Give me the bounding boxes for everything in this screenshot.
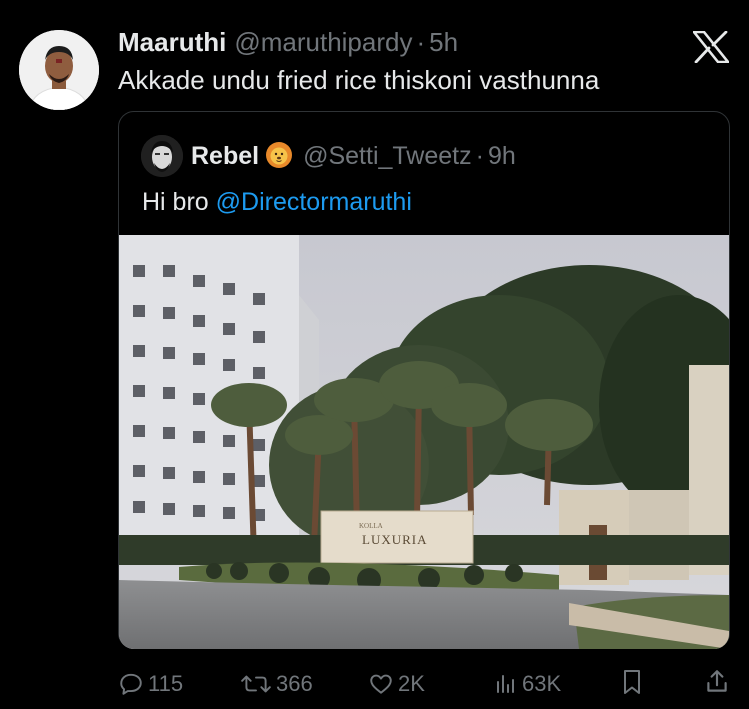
repost-icon: [241, 675, 271, 693]
heart-icon: [370, 674, 392, 694]
author-handle[interactable]: @maruthipardy: [234, 27, 412, 57]
photo-sign-large: LUXURIA: [362, 532, 428, 547]
action-bar: 115 366 2K 63K: [0, 668, 749, 700]
like-count: 2K: [398, 671, 425, 696]
author-name[interactable]: Maaruthi: [118, 27, 226, 57]
x-logo-icon[interactable]: [692, 30, 730, 64]
reply-count: 115: [148, 671, 184, 696]
author-avatar[interactable]: [19, 30, 99, 110]
views-button[interactable]: 63K: [494, 668, 561, 700]
quote-author-name[interactable]: Rebel: [191, 142, 259, 170]
views-count: 63K: [522, 671, 562, 696]
quote-timestamp[interactable]: 9h: [488, 142, 516, 170]
quote-text: Hi bro @Directormaruthi: [142, 186, 412, 218]
share-icon: [707, 670, 727, 692]
mention-link[interactable]: @Directormaruthi: [216, 188, 412, 216]
bookmark-icon: [624, 670, 640, 694]
tweet-timestamp[interactable]: 5h: [429, 27, 458, 57]
repost-count: 366: [276, 671, 313, 696]
quote-text-prefix: Hi bro: [142, 188, 216, 216]
bookmark-button[interactable]: [620, 668, 648, 696]
share-button[interactable]: [704, 668, 734, 696]
separator-dot: ·: [416, 27, 426, 57]
quote-author-avatar[interactable]: [141, 135, 183, 177]
tweet-header: Maaruthi @maruthipardy · 5h: [118, 26, 458, 58]
tweet-text: Akkade undu fried rice thiskoni vasthunn…: [118, 65, 600, 95]
tweet: Maaruthi @maruthipardy · 5h Akkade undu fri…: [0, 0, 749, 709]
repost-button[interactable]: 366: [240, 668, 313, 700]
photo-sign-small: KOLLA: [359, 522, 383, 530]
like-button[interactable]: 2K: [368, 668, 425, 700]
quote-photo[interactable]: KOLLA LUXURIA: [119, 235, 729, 649]
quoted-tweet[interactable]: Rebel @Setti_Tweetz · 9h Hi bro @Directorm…: [118, 111, 730, 649]
quote-separator-dot: ·: [475, 142, 484, 170]
reply-icon: [120, 673, 142, 695]
views-icon: [497, 675, 514, 693]
lion-face-icon: [265, 141, 293, 177]
reply-button[interactable]: 115: [118, 668, 183, 700]
quote-header: Rebel @Setti_Tweetz · 9h: [191, 140, 516, 177]
quote-author-handle[interactable]: @Setti_Tweetz: [303, 142, 472, 170]
